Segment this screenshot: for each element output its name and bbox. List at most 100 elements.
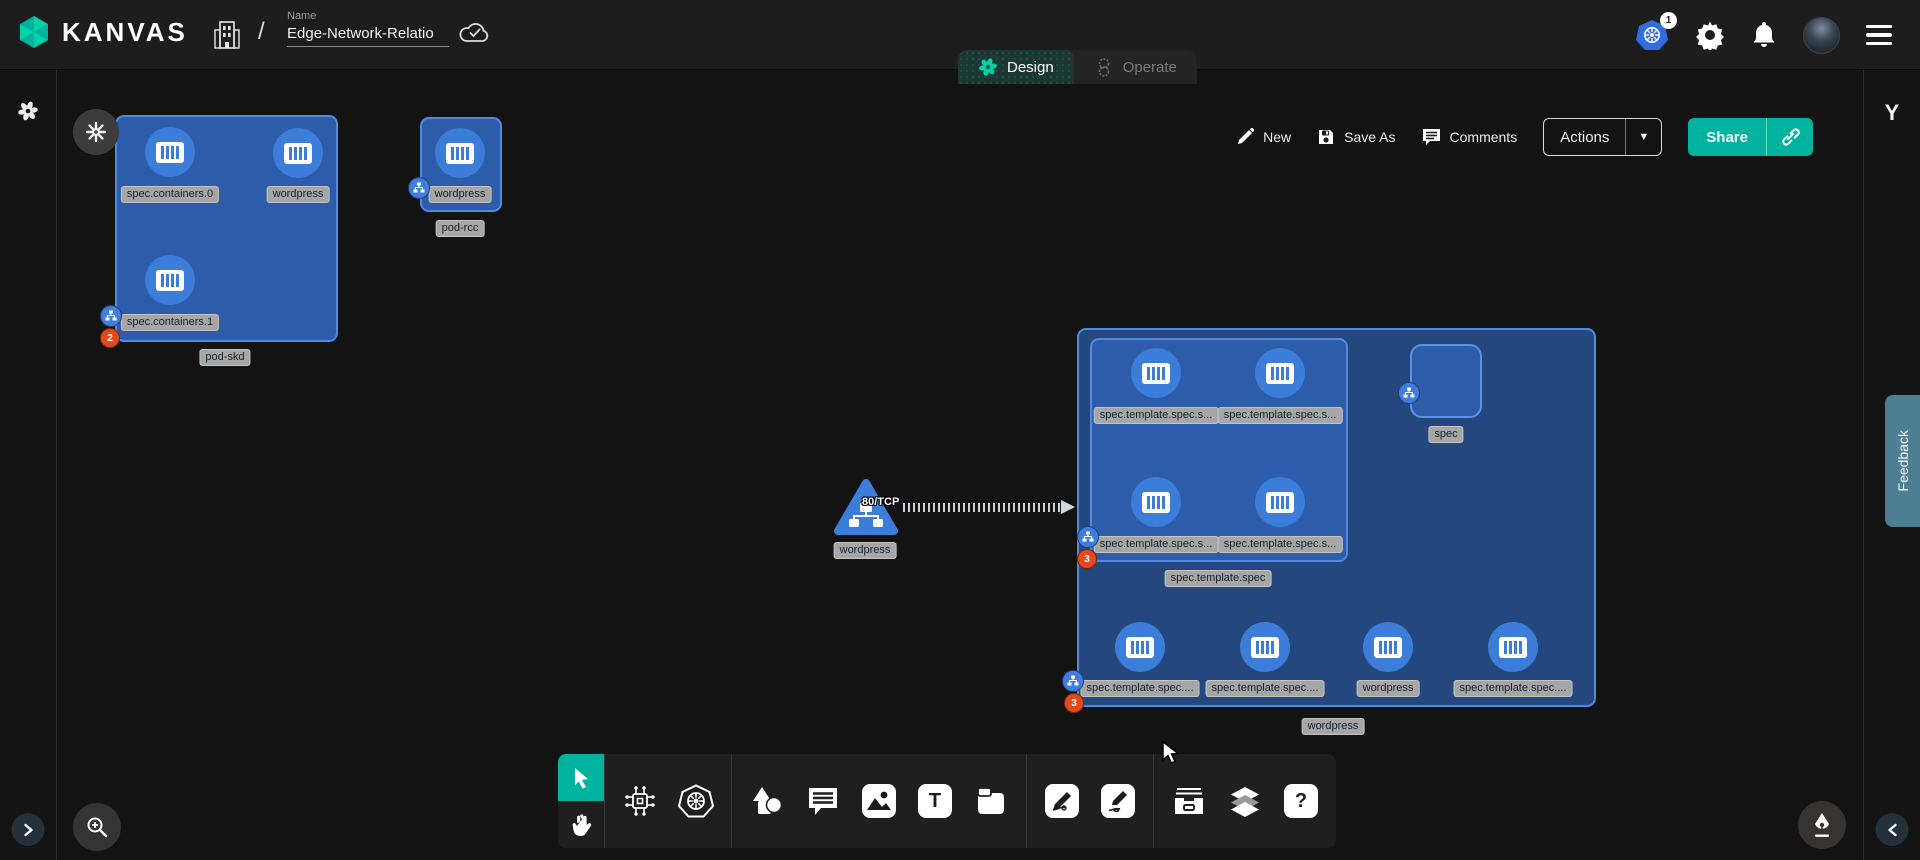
network-badge[interactable] bbox=[408, 177, 430, 199]
container-node[interactable] bbox=[1255, 348, 1305, 398]
container-node[interactable] bbox=[1363, 622, 1413, 672]
bottom-toolbar: T bbox=[558, 754, 1336, 848]
error-count-badge[interactable]: 2 bbox=[100, 328, 120, 348]
share-label[interactable]: Share bbox=[1688, 118, 1766, 156]
container-icon bbox=[1251, 637, 1279, 658]
node-label: spec.containers.1 bbox=[121, 314, 219, 331]
node-label: spec.containers.0 bbox=[121, 186, 219, 203]
container-node[interactable] bbox=[1240, 622, 1290, 672]
container-node[interactable] bbox=[145, 127, 195, 177]
shapes-tool[interactable] bbox=[748, 782, 786, 820]
spec-node[interactable] bbox=[1410, 344, 1482, 418]
comments-button[interactable]: Comments bbox=[1422, 128, 1518, 146]
save-as-label: Save As bbox=[1344, 129, 1395, 145]
feedback-label: Feedback bbox=[1895, 430, 1911, 491]
kanvas-logo[interactable]: KANVAS bbox=[16, 14, 188, 50]
container-node[interactable] bbox=[1115, 622, 1165, 672]
canvas-action-bar: New Save As Comments Actions ▼ Share bbox=[1236, 118, 1813, 156]
note-tool[interactable] bbox=[972, 782, 1010, 820]
avatar[interactable] bbox=[1803, 17, 1840, 54]
tab-operate[interactable]: Operate bbox=[1074, 50, 1197, 84]
design-name-input[interactable] bbox=[287, 25, 449, 47]
notifications-bell-icon[interactable] bbox=[1751, 20, 1777, 50]
collapse-left-chevron[interactable] bbox=[1876, 813, 1909, 846]
select-tool[interactable] bbox=[558, 754, 604, 801]
container-node[interactable] bbox=[1131, 348, 1181, 398]
node-label: wordpress bbox=[267, 186, 330, 203]
network-badge[interactable] bbox=[100, 305, 122, 327]
image-tool[interactable] bbox=[860, 782, 898, 820]
actions-dropdown-caret[interactable]: ▼ bbox=[1625, 119, 1661, 155]
context-count-badge: 1 bbox=[1660, 12, 1677, 29]
component-hierarchy-tool[interactable] bbox=[621, 782, 659, 820]
left-rail bbox=[0, 70, 57, 860]
container-node[interactable] bbox=[435, 128, 485, 178]
layers-tool[interactable] bbox=[1226, 782, 1264, 820]
container-icon bbox=[1126, 637, 1154, 658]
tab-design[interactable]: Design bbox=[958, 50, 1074, 84]
service-edge[interactable] bbox=[903, 503, 1063, 512]
node-label: spec.template.spec.s... bbox=[1218, 536, 1343, 553]
error-count-badge[interactable]: 3 bbox=[1064, 693, 1084, 713]
collapsed-node[interactable] bbox=[73, 109, 119, 155]
design-spiral-icon bbox=[978, 57, 998, 77]
operate-icon bbox=[1094, 57, 1114, 77]
tab-design-label: Design bbox=[1007, 59, 1054, 76]
container-node[interactable] bbox=[273, 128, 323, 178]
pencil-icon bbox=[1236, 128, 1254, 146]
kubernetes-gear-icon bbox=[84, 120, 108, 144]
kubernetes-icon bbox=[678, 784, 714, 818]
feedback-tab[interactable]: Feedback bbox=[1885, 395, 1920, 527]
container-node[interactable] bbox=[145, 255, 195, 305]
layers-icon bbox=[1228, 785, 1262, 817]
actions-button[interactable]: Actions ▼ bbox=[1543, 118, 1662, 156]
share-link-icon[interactable] bbox=[1766, 118, 1813, 156]
pod-template-group[interactable] bbox=[1090, 338, 1348, 562]
expand-right-chevron[interactable] bbox=[12, 813, 45, 846]
container-icon bbox=[156, 142, 184, 163]
save-as-button[interactable]: Save As bbox=[1317, 128, 1395, 146]
new-button[interactable]: New bbox=[1236, 128, 1291, 146]
settings-gear-icon[interactable] bbox=[1695, 20, 1725, 50]
y-shape-icon[interactable]: Y bbox=[1885, 100, 1900, 126]
kanvas-logo-icon bbox=[16, 14, 52, 50]
node-label: wordpress bbox=[834, 542, 897, 559]
actions-label[interactable]: Actions bbox=[1544, 119, 1625, 155]
container-node[interactable] bbox=[1488, 622, 1538, 672]
node-label: wordpress bbox=[1357, 680, 1420, 697]
pen-tool[interactable] bbox=[1043, 782, 1081, 820]
header-right-icons: 1 bbox=[1635, 0, 1892, 70]
pen-icon bbox=[1050, 789, 1074, 813]
container-node[interactable] bbox=[1255, 477, 1305, 527]
mode-tabs: Design Operate bbox=[958, 50, 1197, 84]
menu-icon[interactable] bbox=[1866, 25, 1892, 46]
node-label: spec.template.spec.... bbox=[1081, 680, 1200, 697]
network-badge[interactable] bbox=[1398, 382, 1420, 404]
network-badge[interactable] bbox=[1077, 526, 1099, 548]
help-tool[interactable]: ? bbox=[1282, 782, 1320, 820]
pan-hand-tool[interactable] bbox=[558, 801, 604, 848]
text-tool[interactable]: T bbox=[916, 782, 954, 820]
drawer-tool[interactable] bbox=[1170, 782, 1208, 820]
kanvas-app: KANVAS / Name bbox=[0, 0, 1920, 860]
service-node[interactable] bbox=[832, 477, 900, 542]
tab-operate-label: Operate bbox=[1123, 59, 1177, 76]
container-icon bbox=[1266, 363, 1294, 384]
error-count-badge[interactable]: 3 bbox=[1077, 549, 1097, 569]
kubernetes-context-icon[interactable]: 1 bbox=[1635, 19, 1669, 51]
drawer-icon bbox=[1172, 786, 1206, 816]
group-label: pod-rcc bbox=[436, 220, 485, 237]
share-button[interactable]: Share bbox=[1688, 118, 1813, 156]
container-node[interactable] bbox=[1131, 477, 1181, 527]
design-spiral-icon[interactable] bbox=[17, 100, 39, 122]
container-icon bbox=[446, 143, 474, 164]
edge-arrowhead bbox=[1061, 500, 1075, 514]
zoom-in-button[interactable] bbox=[73, 803, 121, 851]
building-icon[interactable] bbox=[212, 18, 242, 50]
logo-text: KANVAS bbox=[62, 17, 188, 48]
kubernetes-components-tool[interactable] bbox=[677, 782, 715, 820]
pen-nib-button[interactable] bbox=[1798, 801, 1846, 849]
network-badge[interactable] bbox=[1062, 670, 1084, 692]
comment-tool[interactable] bbox=[804, 782, 842, 820]
pencil-tool[interactable] bbox=[1099, 782, 1137, 820]
